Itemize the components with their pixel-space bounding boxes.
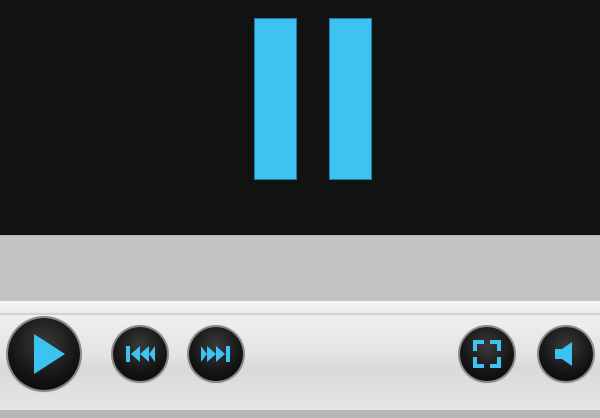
volume-icon [555, 342, 572, 366]
fullscreen-icon [473, 340, 501, 368]
seek-bar-area[interactable] [0, 235, 600, 301]
pause-bar-left [254, 18, 297, 180]
media-player [0, 0, 600, 418]
control-bar-divider [0, 301, 600, 314]
bottom-edge [0, 410, 600, 418]
previous-button[interactable] [113, 327, 167, 381]
fullscreen-button[interactable] [460, 327, 514, 381]
next-button[interactable] [189, 327, 243, 381]
play-button[interactable] [8, 318, 80, 390]
play-icon [34, 334, 65, 374]
skip-forward-icon [201, 346, 230, 362]
skip-back-icon [126, 346, 155, 362]
video-display[interactable] [0, 0, 600, 235]
volume-button[interactable] [539, 327, 593, 381]
pause-bar-right [329, 18, 372, 180]
pause-icon[interactable] [254, 18, 372, 180]
